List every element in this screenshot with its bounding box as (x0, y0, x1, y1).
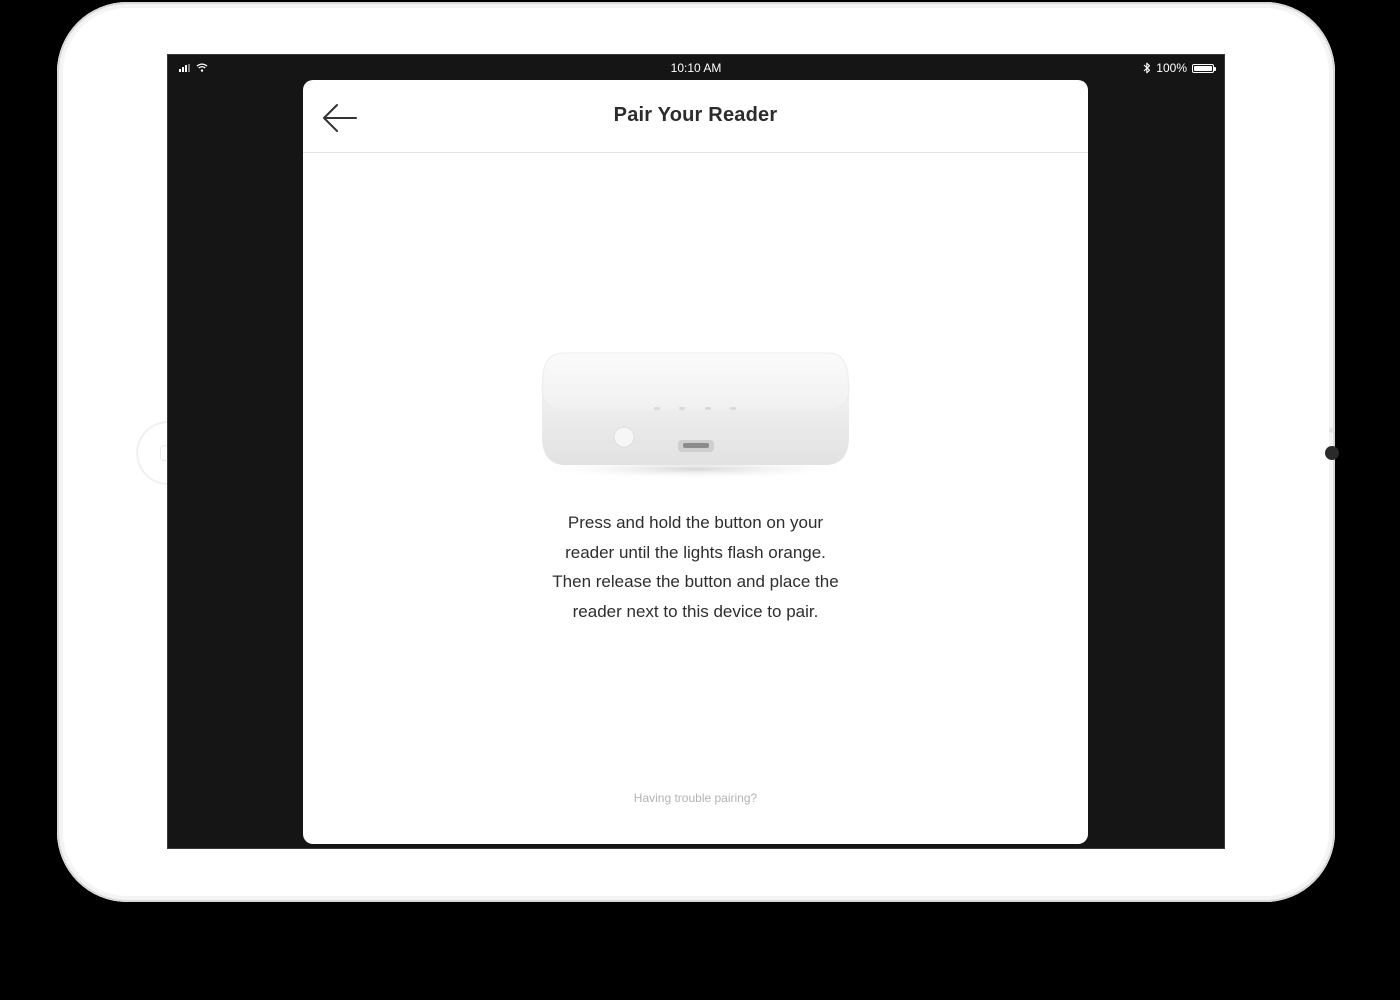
instruction-line: Press and hold the button on your (567, 513, 824, 532)
pair-reader-modal: Pair Your Reader Press and hold the butt… (303, 80, 1088, 844)
instruction-line: reader until the lights flash orange. (565, 542, 826, 562)
bluetooth-icon (1143, 62, 1151, 74)
status-right: 100% (1143, 61, 1216, 75)
instruction-line: reader next to this device to pair. (572, 601, 819, 621)
battery-fill (1194, 65, 1212, 71)
battery-icon (1192, 63, 1216, 73)
modal-header: Pair Your Reader (303, 80, 1088, 153)
modal-title: Pair Your Reader (613, 104, 778, 126)
battery-percentage: 100% (1156, 61, 1187, 75)
status-time: 10:10 AM (670, 61, 722, 75)
trouble-pairing-link[interactable]: Having trouble pairing? (303, 791, 1088, 805)
instruction-line: Then release the button and place the (552, 572, 839, 591)
ambient-sensor (1329, 428, 1334, 433)
front-camera-icon (1325, 446, 1339, 460)
card-reader-illustration (535, 352, 855, 479)
screen: 10:10 AM 100% Pair Your Reader Press and… (168, 55, 1224, 848)
device-mockup: 10:10 AM 100% Pair Your Reader Press and… (0, 0, 1400, 1000)
pairing-instructions: Press and hold the button on your reader… (503, 508, 888, 626)
status-bar: 10:10 AM 100% (168, 55, 1224, 81)
